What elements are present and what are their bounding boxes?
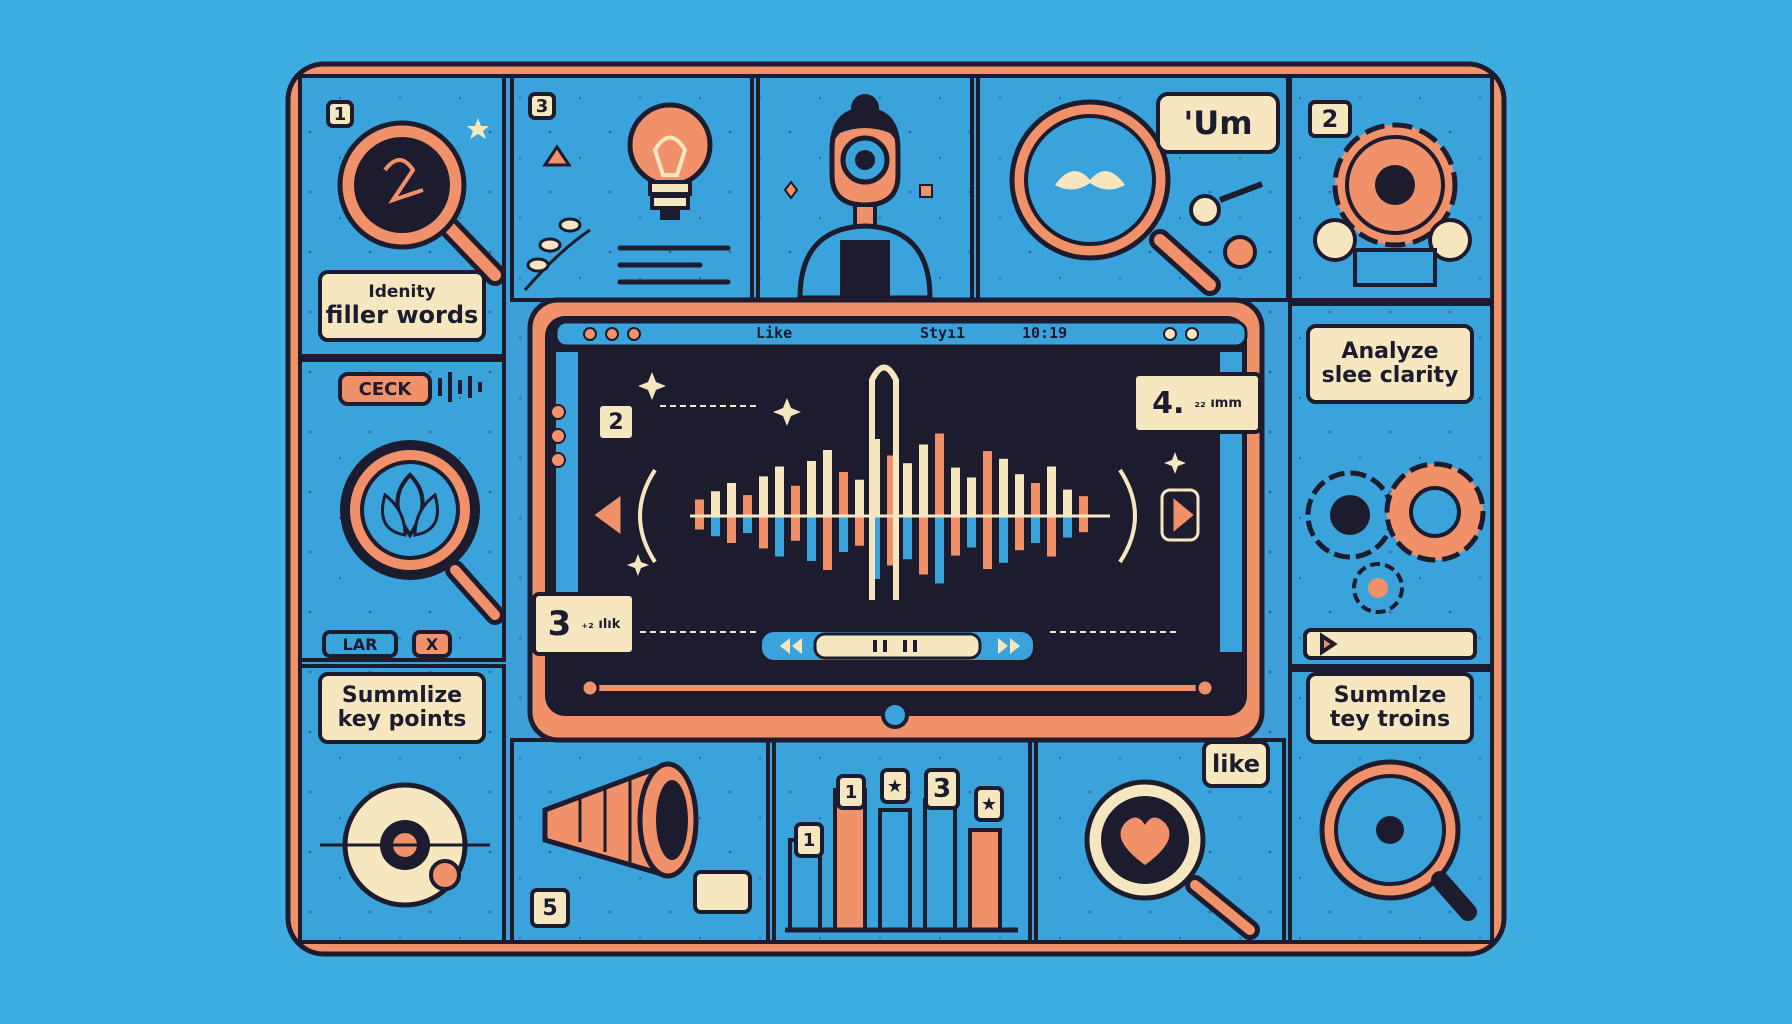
waveform-bar-upper — [711, 491, 720, 516]
waveform-bar-upper — [1063, 489, 1072, 516]
waveform-bar-upper — [903, 463, 912, 516]
speech-bubble-like: like — [1202, 740, 1270, 788]
badge-step-2-top: 2 — [1308, 100, 1352, 138]
label-identify-line1: Idenity — [368, 282, 436, 303]
waveform-bar-upper — [999, 458, 1008, 516]
waveform-bar-lower — [759, 516, 768, 549]
waveform-bar-upper — [791, 485, 800, 516]
waveform-bar-lower — [1015, 516, 1024, 551]
badge-step-4-number: 4. — [1152, 385, 1185, 421]
bar-badge-1-left: 1 — [794, 822, 824, 858]
waveform-bar-lower — [855, 516, 864, 546]
waveform-bar-lower — [839, 516, 848, 552]
waveform-bar-upper — [807, 461, 816, 516]
label-summarize-left-line2: key points — [337, 707, 467, 732]
badge-step-3-top: 3 — [528, 92, 556, 120]
illustration — [285, 61, 1507, 957]
waveform-bar-upper — [759, 476, 768, 516]
waveform-bar-lower — [823, 516, 832, 570]
waveform-bar-lower — [967, 516, 976, 548]
waveform-bar-lower — [695, 516, 704, 530]
check-button[interactable]: CECK — [338, 372, 432, 406]
waveform-bar-upper — [823, 450, 832, 516]
waveform-bar-lower — [919, 516, 928, 575]
badge-step-4-note: ₂₂ ımm — [1194, 395, 1242, 411]
close-x-button[interactable]: X — [412, 630, 452, 658]
badge-step-3-note: ₊₂ ılık — [581, 616, 621, 632]
waveform-bar-upper — [695, 499, 704, 516]
bar-badge-star: ★ — [880, 768, 910, 804]
waveform-bar-upper — [775, 466, 784, 516]
waveform-bar-upper — [855, 479, 864, 516]
badge-step-1: 1 — [326, 100, 354, 128]
waveform-bar-lower — [903, 516, 912, 560]
waveform-bar-upper — [1031, 483, 1040, 516]
badge-step-5: 5 — [530, 888, 570, 928]
waveform-bar-lower — [711, 516, 720, 537]
label-analyze: Analyze slee clarity — [1306, 324, 1474, 404]
waveform-bar-upper — [743, 495, 752, 516]
waveform-bar-lower — [999, 516, 1008, 563]
waveform-bar-upper — [727, 483, 736, 516]
label-analyze-line1: Analyze — [1341, 338, 1439, 364]
waveform-bar-lower — [1063, 516, 1072, 538]
speech-bubble-um: 'Um — [1156, 92, 1280, 154]
waveform-bar-upper — [967, 477, 976, 516]
waveform-bar-lower — [743, 516, 752, 534]
monitor-title-like: Like — [756, 324, 793, 342]
label-summarize-right-line2: tey troins — [1329, 707, 1451, 732]
badge-step-3: 3 ₊₂ ılık — [532, 592, 636, 656]
waveform-bar-upper — [919, 444, 928, 516]
infographic-canvas: Idenity filler words Analyze slee clarit… — [0, 0, 1792, 1024]
waveform-bar-lower — [951, 516, 960, 556]
bar-badge-1: 1 — [836, 774, 866, 810]
badge-step-4: 4. ₂₂ ımm — [1132, 372, 1262, 434]
label-identify: Idenity filler words — [318, 270, 486, 342]
waveform-bar-lower — [791, 516, 800, 541]
badge-step-2: 2 — [596, 402, 636, 442]
lar-button[interactable]: LAR — [322, 630, 398, 658]
badge-step-3-number: 3 — [547, 604, 572, 644]
waveform-bar-upper — [935, 433, 944, 516]
label-summarize-left-line1: Summlize — [341, 682, 463, 708]
label-analyze-line2: slee clarity — [1321, 363, 1459, 388]
waveform-bar-lower — [1031, 516, 1040, 543]
bar-badge-3: 3 — [924, 768, 960, 810]
waveform-bar-lower — [983, 516, 992, 570]
bar-badge-star-2: ★ — [974, 786, 1004, 822]
monitor-title-style: Styı1 — [920, 324, 966, 342]
waveform-bar-upper — [951, 467, 960, 516]
label-identify-line2: filler words — [325, 301, 479, 330]
waveform-bar-lower — [1047, 516, 1056, 557]
waveform-bar-lower — [1079, 516, 1088, 533]
label-summarize-left: Summlize key points — [318, 672, 486, 744]
waveform-bar-upper — [983, 451, 992, 516]
label-summarize-right: Summlze tey troins — [1306, 672, 1474, 744]
waveform-bar-upper — [1047, 466, 1056, 516]
waveform-bar-upper — [1015, 474, 1024, 516]
mini-controls — [1303, 628, 1477, 660]
label-summarize-right-line1: Summlze — [1333, 682, 1447, 708]
waveform-bar-lower — [807, 516, 816, 561]
waveform-bar-upper — [839, 472, 848, 516]
waveform-bar-upper — [1079, 496, 1088, 516]
waveform-bar-lower — [775, 516, 784, 557]
waveform-bar-lower — [727, 516, 736, 543]
waveform-bar-lower — [935, 516, 944, 584]
monitor-title-time: 10:19 — [1022, 324, 1068, 342]
